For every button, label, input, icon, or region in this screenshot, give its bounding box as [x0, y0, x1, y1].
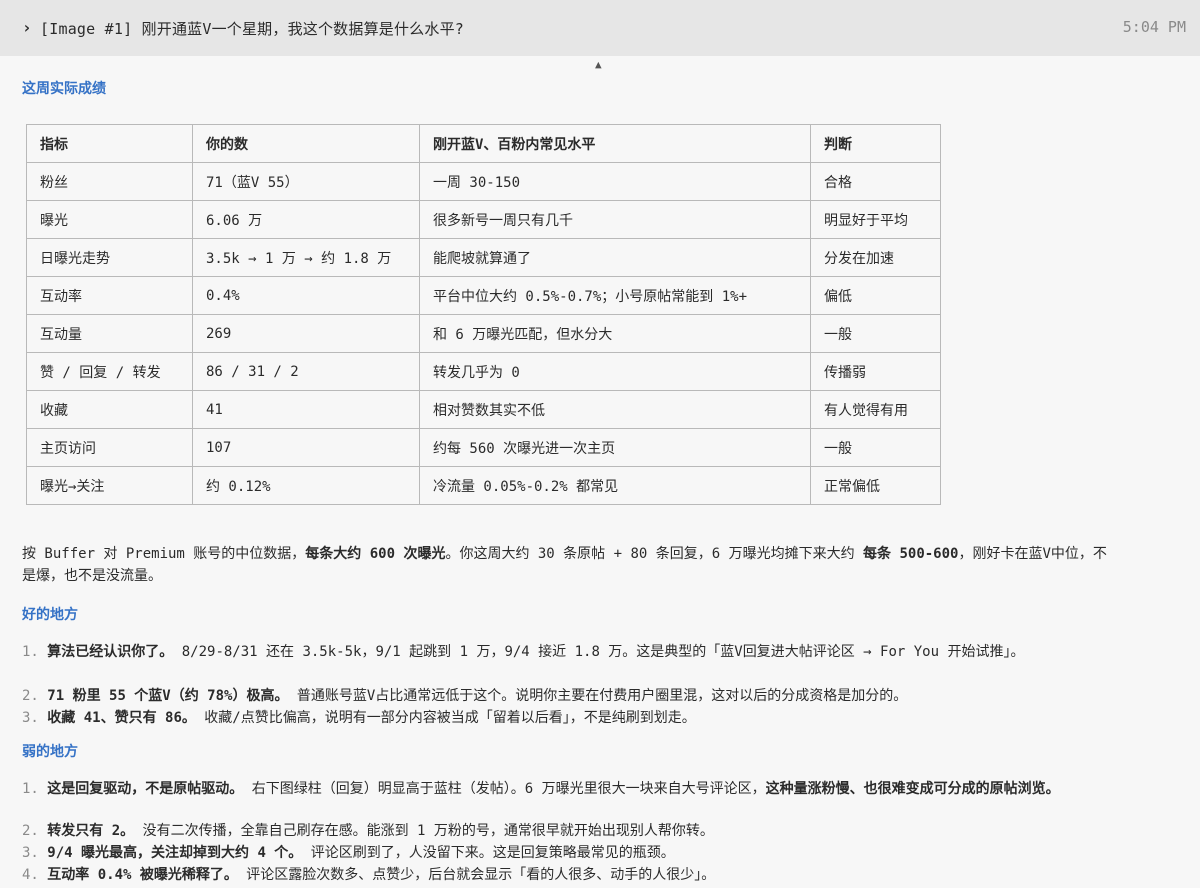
summary-text: 按 Buffer 对 Premium 账号的中位数据，: [22, 546, 306, 562]
table-cell: 71（蓝V 55）: [192, 162, 420, 201]
timestamp: 5:04 PM: [1122, 18, 1186, 36]
table-cell: 冷流量 0.05%-0.2% 都常见: [419, 466, 811, 505]
list-text: 右下图绿柱（回复）明显高于蓝柱（发帖）。6 万曝光里很大一块来自大号评论区，: [243, 781, 766, 797]
list-item: 4. 互动率 0.4% 被曝光稀释了。 评论区露脸次数多、点赞少，后台就会显示「…: [22, 864, 1112, 886]
table-cell: 约 0.12%: [192, 466, 420, 505]
table-header: 刚开蓝V、百粉内常见水平: [419, 124, 811, 163]
user-prompt: [Image #1] 刚开通蓝V一个星期，我这个数据算是什么水平?: [40, 20, 465, 38]
table-cell: 41: [192, 390, 420, 429]
list-bold: 算法已经认识你了。: [47, 644, 174, 660]
table-cell: 曝光: [26, 200, 193, 239]
table-cell: 互动量: [26, 314, 193, 353]
table-row: 粉丝 71（蓝V 55） 一周 30-150 合格: [26, 162, 941, 201]
list-text: 没有二次传播，全靠自己刷存在感。能涨到 1 万粉的号，通常很早就开始出现别人帮你…: [134, 823, 714, 839]
table-cell: 269: [192, 314, 420, 353]
list-item: 2. 转发只有 2。 没有二次传播，全靠自己刷存在感。能涨到 1 万粉的号，通常…: [22, 820, 1112, 842]
list-bold: 收藏 41、赞只有 86。: [47, 710, 196, 726]
stats-table: 指标 你的数 刚开蓝V、百粉内常见水平 判断 粉丝 71（蓝V 55） 一周 3…: [26, 124, 941, 505]
list-number: 4.: [22, 867, 39, 883]
table-cell: 曝光→关注: [26, 466, 193, 505]
section-title-actual: 这周实际成绩: [22, 81, 106, 97]
table-cell: 收藏: [26, 390, 193, 429]
table-cell: 0.4%: [192, 276, 420, 315]
list-number: 2.: [22, 688, 39, 704]
table-row: 主页访问 107 约每 560 次曝光进一次主页 一般: [26, 428, 941, 467]
list-item: 3. 9/4 曝光最高，关注却掉到大约 4 个。 评论区刷到了，人没留下来。这是…: [22, 842, 1112, 864]
list-number: 3.: [22, 845, 39, 861]
list-text: 评论区刷到了，人没留下来。这是回复策略最常见的瓶颈。: [302, 845, 675, 861]
table-header-row: 指标 你的数 刚开蓝V、百粉内常见水平 判断: [26, 124, 941, 163]
table-cell: 偏低: [810, 276, 941, 315]
list-text: 普通账号蓝V占比通常远低于这个。说明你主要在付费用户圈里混，这对以后的分成资格是…: [288, 688, 908, 704]
table-cell: 一般: [810, 314, 941, 353]
list-bold: 互动率 0.4% 被曝光稀释了。: [47, 867, 238, 883]
table-cell: 互动率: [26, 276, 193, 315]
table-cell: 3.5k → 1 万 → 约 1.8 万: [192, 238, 420, 277]
table-row: 互动率 0.4% 平台中位大约 0.5%-0.7%；小号原帖常能到 1%+ 偏低: [26, 276, 941, 315]
table-cell: 转发几乎为 0: [419, 352, 811, 391]
table-row: 赞 / 回复 / 转发 86 / 31 / 2 转发几乎为 0 传播弱: [26, 352, 941, 391]
table-row: 曝光 6.06 万 很多新号一周只有几千 明显好于平均: [26, 200, 941, 239]
list-item: 2. 71 粉里 55 个蓝V（约 78%）极高。 普通账号蓝V占比通常远低于这…: [22, 685, 1112, 707]
summary-text: 。你这周大约 30 条原帖 + 80 条回复，6 万曝光均摊下来大约: [445, 546, 864, 562]
table-cell: 粉丝: [26, 162, 193, 201]
list-text: 评论区露脸次数多、点赞少，后台就会显示「看的人很多、动手的人很少」。: [237, 867, 716, 883]
table-cell: 分发在加速: [810, 238, 941, 277]
list-number: 2.: [22, 823, 39, 839]
table-row: 互动量 269 和 6 万曝光匹配，但水分大 一般: [26, 314, 941, 353]
table-cell: 日曝光走势: [26, 238, 193, 277]
list-text: 收藏/点赞比偏高，说明有一部分内容被当成「留着以后看」，不是纯刷到划走。: [195, 710, 696, 726]
list-number: 1.: [22, 644, 39, 660]
list-bold: 71 粉里 55 个蓝V（约 78%）极高。: [47, 688, 289, 704]
list-text: 8/29-8/31 还在 3.5k-5k，9/1 起跳到 1 万，9/4 接近 …: [173, 644, 1025, 660]
table-cell: 赞 / 回复 / 转发: [26, 352, 193, 391]
table-cell: 合格: [810, 162, 941, 201]
table-cell: 约每 560 次曝光进一次主页: [419, 428, 811, 467]
table-row: 收藏 41 相对赞数其实不低 有人觉得有用: [26, 390, 941, 429]
table-cell: 正常偏低: [810, 466, 941, 505]
table-cell: 很多新号一周只有几千: [419, 200, 811, 239]
section-title-weak: 弱的地方: [22, 744, 78, 760]
list-item: 1. 算法已经认识你了。 8/29-8/31 还在 3.5k-5k，9/1 起跳…: [22, 641, 1112, 663]
table-cell: 107: [192, 428, 420, 467]
table-cell: 明显好于平均: [810, 200, 941, 239]
list-item: 3. 收藏 41、赞只有 86。 收藏/点赞比偏高，说明有一部分内容被当成「留着…: [22, 707, 1112, 729]
list-number: 1.: [22, 781, 39, 797]
table-cell: 传播弱: [810, 352, 941, 391]
summary-bold: 每条大约 600 次曝光: [305, 546, 446, 562]
list-bold: 9/4 曝光最高，关注却掉到大约 4 个。: [47, 845, 303, 861]
list-bold: 转发只有 2。: [47, 823, 135, 839]
section-title-good: 好的地方: [22, 607, 78, 623]
table-row: 日曝光走势 3.5k → 1 万 → 约 1.8 万 能爬坡就算通了 分发在加速: [26, 238, 941, 277]
table-cell: 6.06 万: [192, 200, 420, 239]
table-cell: 86 / 31 / 2: [192, 352, 420, 391]
summary-bold: 每条 500-600: [863, 546, 959, 562]
list-item: 1. 这是回复驱动，不是原帖驱动。 右下图绿柱（回复）明显高于蓝柱（发帖）。6 …: [22, 778, 1112, 800]
list-bold: 这种量涨粉慢、也很难变成可分成的原帖浏览。: [765, 781, 1060, 797]
table-header: 指标: [26, 124, 193, 163]
list-bold: 这是回复驱动，不是原帖驱动。: [47, 781, 244, 797]
scroll-up-icon[interactable]: ▲: [595, 58, 602, 71]
list-number: 3.: [22, 710, 39, 726]
summary-paragraph: 按 Buffer 对 Premium 账号的中位数据，每条大约 600 次曝光。…: [22, 543, 1112, 587]
table-cell: 有人觉得有用: [810, 390, 941, 429]
table-cell: 和 6 万曝光匹配，但水分大: [419, 314, 811, 353]
table-header: 你的数: [192, 124, 420, 163]
table-cell: 能爬坡就算通了: [419, 238, 811, 277]
message-header: › [Image #1] 刚开通蓝V一个星期，我这个数据算是什么水平? 5:04…: [0, 0, 1200, 56]
table-cell: 相对赞数其实不低: [419, 390, 811, 429]
table-cell: 一般: [810, 428, 941, 467]
chevron-right-icon: ›: [22, 18, 32, 37]
table-cell: 平台中位大约 0.5%-0.7%；小号原帖常能到 1%+: [419, 276, 811, 315]
table-row: 曝光→关注 约 0.12% 冷流量 0.05%-0.2% 都常见 正常偏低: [26, 466, 941, 505]
table-header: 判断: [810, 124, 941, 163]
table-cell: 主页访问: [26, 428, 193, 467]
table-cell: 一周 30-150: [419, 162, 811, 201]
